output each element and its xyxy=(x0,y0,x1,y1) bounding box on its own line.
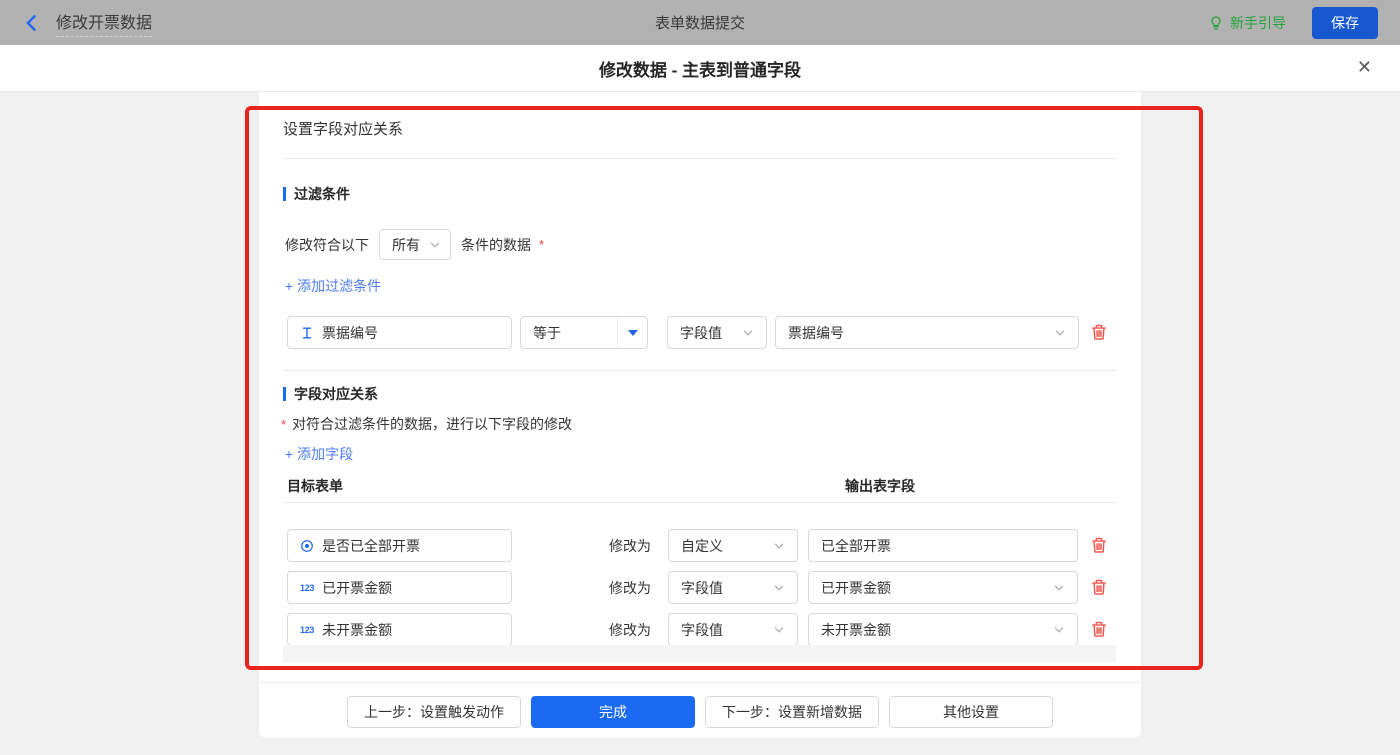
output-value: 未开票金额 xyxy=(821,620,891,640)
footer-divider xyxy=(259,682,1141,683)
target-field-box[interactable]: 123 未开票金额 xyxy=(287,613,512,646)
topbar: 修改开票数据 表单数据提交 新手引导 保存 xyxy=(0,0,1400,45)
chevron-down-icon xyxy=(1053,624,1065,636)
condition-prefix: 修改符合以下 xyxy=(285,235,369,255)
modify-mode-value: 字段值 xyxy=(681,620,723,640)
target-field-label: 未开票金额 xyxy=(322,620,392,640)
output-value-field[interactable]: 未开票金额 xyxy=(808,613,1078,646)
modify-to-label: 修改为 xyxy=(609,536,651,556)
delete-row-icon[interactable] xyxy=(1090,620,1108,638)
required-mark: * xyxy=(281,417,286,432)
column-header-target: 目标表单 xyxy=(287,476,343,496)
filter-value-type-select[interactable]: 字段值 xyxy=(667,316,767,349)
delete-row-icon[interactable] xyxy=(1090,536,1108,554)
modify-to-label: 修改为 xyxy=(609,578,651,598)
dialog-title: 修改数据 - 主表到普通字段 xyxy=(599,56,801,81)
add-field-link[interactable]: + 添加字段 xyxy=(285,444,353,464)
accent-bar xyxy=(283,187,286,201)
number-field-icon: 123 xyxy=(300,625,314,635)
mapping-row: 123 已开票金额 修改为 字段值 已开票金额 xyxy=(259,571,1141,604)
topbar-center-title: 表单数据提交 xyxy=(0,12,1400,33)
mapping-row: 123 未开票金额 修改为 字段值 未开票金额 xyxy=(259,613,1141,646)
target-field-label: 已开票金额 xyxy=(322,578,392,598)
dialog-title-bar: 修改数据 - 主表到普通字段 ✕ xyxy=(0,45,1400,92)
required-mark: * xyxy=(539,237,544,252)
radio-field-icon xyxy=(300,539,314,553)
number-field-icon: 123 xyxy=(300,583,314,593)
chevron-down-icon xyxy=(773,624,785,636)
delete-row-icon[interactable] xyxy=(1090,578,1108,596)
condition-line: 修改符合以下 所有 条件的数据 * xyxy=(285,228,544,261)
output-value: 已全部开票 xyxy=(821,536,891,556)
mapping-hint-text: 对符合过滤条件的数据，进行以下字段的修改 xyxy=(292,414,572,434)
other-settings-button[interactable]: 其他设置 xyxy=(889,696,1053,728)
filter-section-title: 过滤条件 xyxy=(283,184,350,204)
chevron-down-icon xyxy=(1053,582,1065,594)
chevron-down-icon xyxy=(1054,327,1066,339)
operator-caret-zone[interactable] xyxy=(617,317,647,348)
scroll-cutoff-strip xyxy=(283,645,1116,662)
filter-operator-select[interactable]: 等于 xyxy=(520,316,648,349)
close-icon[interactable]: ✕ xyxy=(1357,58,1372,76)
accent-bar xyxy=(283,387,286,401)
output-value-field[interactable]: 已开票金额 xyxy=(808,571,1078,604)
modify-mode-select[interactable]: 字段值 xyxy=(668,571,798,604)
chevron-down-icon xyxy=(429,239,441,251)
settings-card: 设置字段对应关系 过滤条件 修改符合以下 所有 条件的数据 * + 添加过滤条件… xyxy=(259,92,1141,738)
divider xyxy=(283,502,1117,503)
filter-condition-row: 票据编号 等于 字段值 票据编号 xyxy=(259,316,1141,349)
filter-field-box[interactable]: 票据编号 xyxy=(287,316,512,349)
target-field-label: 是否已全部开票 xyxy=(322,536,420,556)
filter-value: 票据编号 xyxy=(788,323,844,343)
condition-scope-value: 所有 xyxy=(392,235,420,255)
delete-row-icon[interactable] xyxy=(1090,323,1108,341)
column-header-output: 输出表字段 xyxy=(845,476,915,496)
card-header: 设置字段对应关系 xyxy=(283,118,403,139)
output-value: 已开票金额 xyxy=(821,578,891,598)
output-value-field[interactable]: 已全部开票 xyxy=(808,529,1078,562)
lightbulb-icon xyxy=(1208,15,1224,31)
modify-mode-select[interactable]: 自定义 xyxy=(668,529,798,562)
chevron-down-icon xyxy=(773,540,785,552)
filter-field-label: 票据编号 xyxy=(322,323,378,343)
mapping-rows: 123 是否已全部开票 修改为 自定义 已全部开票 123 已开票金额 修改为 … xyxy=(259,529,1141,655)
triangle-down-icon xyxy=(628,330,638,336)
modify-mode-value: 字段值 xyxy=(681,578,723,598)
add-filter-condition-link[interactable]: + 添加过滤条件 xyxy=(285,276,381,296)
chevron-down-icon xyxy=(742,327,754,339)
modify-to-label: 修改为 xyxy=(609,620,651,640)
filter-operator-value: 等于 xyxy=(521,323,609,343)
filter-value-type: 字段值 xyxy=(680,323,722,343)
target-field-box[interactable]: 123 已开票金额 xyxy=(287,571,512,604)
screen: 修改开票数据 表单数据提交 新手引导 保存 修改数据 - 主表到普通字段 ✕ 设… xyxy=(0,0,1400,755)
target-field-box[interactable]: 123 是否已全部开票 xyxy=(287,529,512,562)
beginner-guide-link[interactable]: 新手引导 xyxy=(1208,13,1286,33)
filter-value-select[interactable]: 票据编号 xyxy=(775,316,1079,349)
next-step-button[interactable]: 下一步：设置新增数据 xyxy=(705,696,879,728)
modify-mode-value: 自定义 xyxy=(681,536,723,556)
footer-buttons: 上一步：设置触发动作 完成 下一步：设置新增数据 其他设置 xyxy=(259,696,1141,728)
mapping-section-title: 字段对应关系 xyxy=(283,384,378,404)
mapping-row: 123 是否已全部开票 修改为 自定义 已全部开票 xyxy=(259,529,1141,562)
done-button[interactable]: 完成 xyxy=(531,696,695,728)
condition-suffix: 条件的数据 xyxy=(461,235,531,255)
flow-title[interactable]: 修改开票数据 xyxy=(56,9,152,37)
modify-mode-select[interactable]: 字段值 xyxy=(668,613,798,646)
condition-scope-select[interactable]: 所有 xyxy=(379,229,451,260)
divider xyxy=(283,370,1117,371)
mapping-hint: * 对符合过滤条件的数据，进行以下字段的修改 xyxy=(283,414,572,434)
text-field-icon xyxy=(300,326,314,340)
prev-step-button[interactable]: 上一步：设置触发动作 xyxy=(347,696,521,728)
guide-label: 新手引导 xyxy=(1230,13,1286,33)
save-button[interactable]: 保存 xyxy=(1312,7,1378,39)
back-icon[interactable] xyxy=(22,13,42,33)
divider xyxy=(283,158,1117,159)
chevron-down-icon xyxy=(773,582,785,594)
